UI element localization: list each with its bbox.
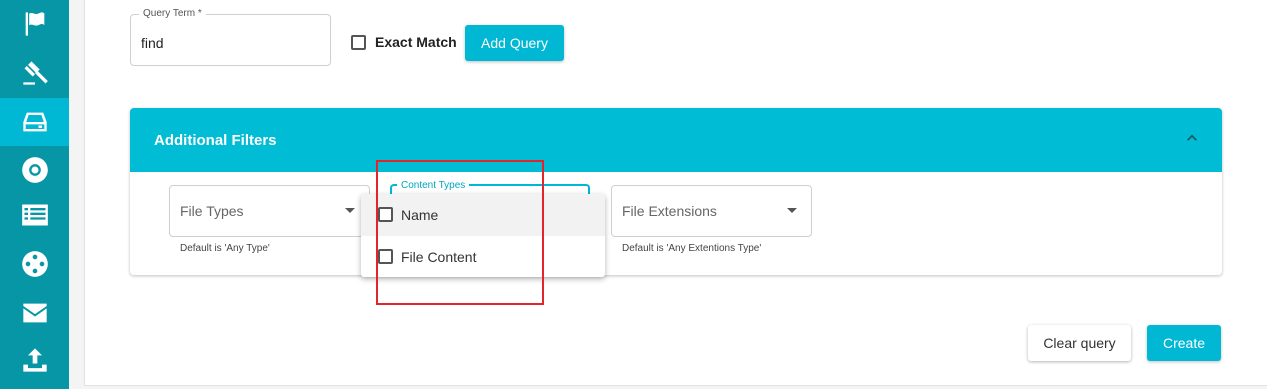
hard-drive-icon xyxy=(22,112,47,132)
clear-query-button[interactable]: Clear query xyxy=(1028,325,1131,361)
additional-filters-header[interactable]: Additional Filters xyxy=(130,108,1222,172)
sidebar xyxy=(0,0,69,389)
sidebar-item-media[interactable] xyxy=(0,240,69,288)
sidebar-item-flag[interactable] xyxy=(0,0,69,48)
file-extensions-helper: Default is 'Any Extentions Type' xyxy=(622,243,762,254)
add-query-button[interactable]: Add Query xyxy=(465,25,564,61)
gavel-icon xyxy=(22,61,48,85)
list-icon xyxy=(21,204,48,226)
file-extensions-select[interactable]: File Extensions xyxy=(611,185,812,237)
sidebar-item-support[interactable] xyxy=(0,146,69,194)
additional-filters-title: Additional Filters xyxy=(154,132,277,149)
sidebar-item-mail[interactable] xyxy=(0,289,69,337)
flag-icon xyxy=(25,12,44,36)
caret-down-icon xyxy=(345,208,355,213)
highlight-box xyxy=(376,160,544,305)
sidebar-item-gavel[interactable] xyxy=(0,49,69,97)
chevron-up-icon[interactable] xyxy=(1182,128,1202,148)
sidebar-item-storage[interactable] xyxy=(0,98,69,146)
envelope-icon xyxy=(22,303,47,323)
query-term-label: Query Term * xyxy=(139,8,206,20)
query-term-field[interactable]: Query Term * find xyxy=(130,8,331,66)
query-term-value[interactable]: find xyxy=(141,35,164,51)
caret-down-icon xyxy=(787,208,797,213)
lifebuoy-icon xyxy=(21,157,48,183)
file-types-helper: Default is 'Any Type' xyxy=(180,243,270,254)
create-button[interactable]: Create xyxy=(1147,325,1221,361)
upload-icon xyxy=(22,348,47,372)
file-types-select[interactable]: File Types xyxy=(169,185,370,237)
sidebar-item-upload[interactable] xyxy=(0,336,69,384)
exact-match-checkbox[interactable] xyxy=(351,35,366,50)
sidebar-item-list[interactable] xyxy=(0,191,69,239)
exact-match-label: Exact Match xyxy=(375,34,457,50)
film-reel-icon xyxy=(21,251,48,277)
file-types-placeholder: File Types xyxy=(180,203,244,219)
file-extensions-placeholder: File Extensions xyxy=(622,203,717,219)
